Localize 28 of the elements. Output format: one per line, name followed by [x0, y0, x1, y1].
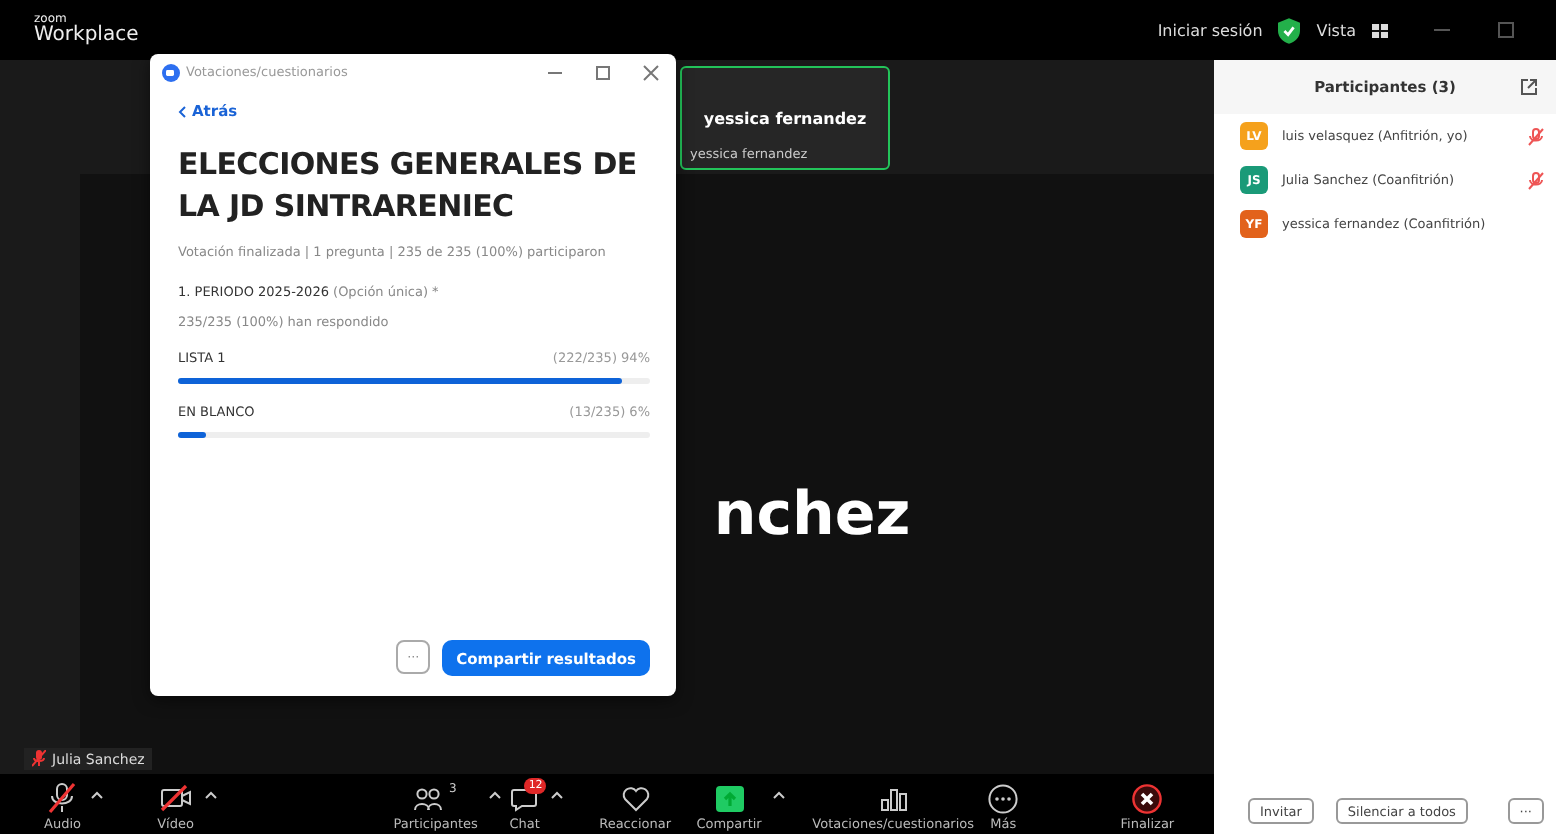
restore-icon[interactable] — [1496, 20, 1516, 40]
caret-icon[interactable] — [203, 789, 218, 799]
end-call-icon — [1132, 783, 1163, 813]
people-icon — [414, 785, 443, 811]
poll-title: ELECCIONES GENERALES DE LA JD SINTRARENIEC — [178, 144, 639, 228]
heart-icon — [621, 785, 650, 811]
muted-mic-icon — [48, 782, 77, 814]
chevron-left-icon — [178, 105, 186, 117]
view-menu[interactable]: Vista — [1316, 21, 1356, 39]
sign-in-link[interactable]: Iniciar sesión — [1157, 21, 1263, 39]
caret-icon[interactable] — [487, 789, 502, 799]
muted-camera-icon — [159, 784, 192, 812]
participant-name: yessica fernandez — [703, 109, 867, 127]
app-icon — [162, 63, 180, 81]
caret-icon[interactable] — [90, 789, 105, 799]
bar-chart-icon — [879, 785, 908, 811]
speaker-name: nchez — [713, 479, 911, 549]
caret-icon[interactable] — [771, 789, 786, 799]
maximize-icon[interactable] — [594, 63, 612, 81]
close-icon[interactable] — [642, 63, 660, 81]
caret-icon[interactable] — [549, 789, 564, 799]
share-screen-icon — [715, 785, 744, 811]
grid-icon — [1372, 23, 1388, 37]
chat-icon — [510, 785, 539, 811]
more-icon — [988, 783, 1019, 813]
app-logo: Workplace — [34, 26, 139, 46]
pop-out-icon[interactable] — [1520, 78, 1538, 96]
shield-icon — [1278, 17, 1301, 43]
